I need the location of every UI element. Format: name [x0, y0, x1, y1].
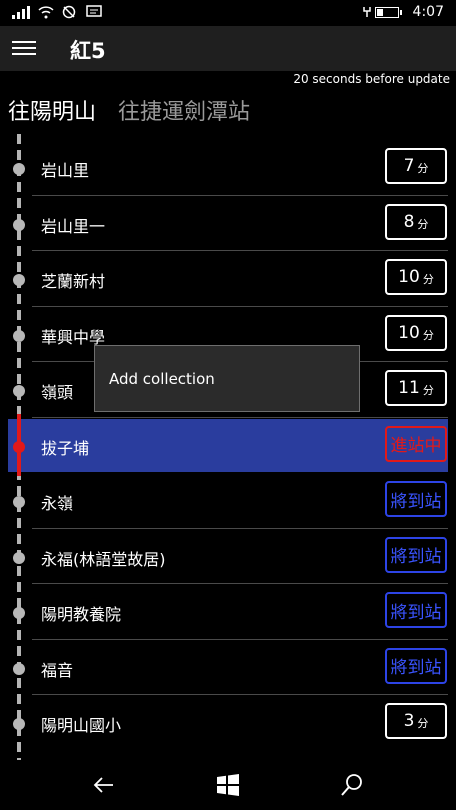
direction-tabs: 往陽明山 往捷運劍潭站	[8, 94, 250, 126]
windows-icon[interactable]	[213, 770, 243, 800]
stop-marker	[13, 551, 25, 564]
eta-minutes: 10	[398, 322, 420, 343]
eta-unit: 分	[417, 217, 429, 231]
hamburger-icon[interactable]	[12, 37, 36, 59]
eta-badge: 將到站	[385, 592, 447, 628]
eta-badge: 將到站	[385, 647, 447, 684]
eta-badge: 11 分	[385, 370, 447, 406]
stop-marker	[13, 662, 25, 675]
stop-name: 陽明教養院	[41, 605, 122, 624]
stop-row[interactable]: 永福(林語堂故居) 將到站	[0, 529, 456, 584]
eta-minutes: 3	[403, 711, 415, 731]
add-collection-menu-item[interactable]: Add collection	[109, 370, 215, 388]
stop-row[interactable]: 福音 將到站	[0, 640, 456, 695]
stop-name: 嶺頭	[41, 383, 74, 402]
wifi-icon	[38, 6, 54, 19]
app-bar: 紅5	[0, 26, 456, 71]
eta-minutes: 11	[398, 378, 420, 398]
stop-marker	[13, 440, 25, 453]
search-icon[interactable]	[337, 770, 367, 800]
stop-row[interactable]: 芝蘭新村 10 分	[0, 251, 456, 307]
stop-name: 岩山里	[41, 161, 90, 180]
eta-badge: 將到站	[385, 481, 447, 517]
tab-to-yangmingshan[interactable]: 往陽明山	[8, 94, 96, 126]
stop-name: 芝蘭新村	[41, 272, 106, 291]
navigation-bar	[0, 760, 456, 810]
context-menu: Add collection	[94, 345, 360, 412]
stop-row[interactable]: 岩山里一 8分	[0, 196, 456, 251]
message-icon	[86, 5, 102, 17]
page-title: 紅5	[70, 39, 106, 63]
status-bar: 4:07	[0, 0, 456, 26]
stop-marker	[13, 718, 25, 730]
eta-unit: 分	[422, 273, 434, 286]
stop-list: 岩山里 7分 岩山里一 8分 芝蘭新村 10 分 華興中學 10 分 嶺頭 11…	[0, 140, 456, 751]
eta-minutes: 10	[398, 267, 420, 287]
stop-marker	[13, 607, 25, 619]
eta-badge: 8分	[385, 203, 447, 240]
stop-name: 永福(林語堂故居)	[41, 549, 166, 569]
stop-row[interactable]: 陽明教養院 將到站	[0, 584, 456, 640]
stop-row[interactable]: 岩山里 7分	[0, 140, 456, 196]
back-arrow-icon[interactable]	[89, 770, 119, 800]
stop-row[interactable]: 永嶺 將到站	[0, 473, 456, 529]
eta-badge: 10 分	[385, 259, 447, 295]
eta-badge: 進站中	[385, 425, 447, 462]
stop-name: 華興中學	[41, 327, 106, 347]
signal-icon	[12, 5, 30, 19]
stop-name: 永嶺	[41, 494, 74, 513]
update-countdown: 20 seconds before update	[293, 72, 450, 86]
tab-to-jiantan[interactable]: 往捷運劍潭站	[118, 94, 250, 126]
eta-unit: 分	[422, 328, 434, 342]
status-time: 4:07	[412, 4, 444, 20]
eta-unit: 分	[417, 717, 429, 730]
stop-name: 拔子埔	[41, 438, 90, 458]
stop-marker	[13, 385, 25, 397]
eta-unit: 分	[417, 162, 429, 175]
battery-icon	[374, 6, 402, 18]
eta-badge: 10 分	[385, 314, 447, 351]
eta-unit: 分	[422, 384, 434, 397]
stop-name: 岩山里一	[41, 216, 106, 236]
stop-marker	[13, 218, 25, 231]
stop-marker	[13, 329, 25, 342]
stop-marker	[13, 496, 25, 508]
stop-marker	[13, 163, 25, 175]
eta-minutes: 7	[403, 156, 415, 176]
charging-icon	[362, 7, 371, 17]
eta-minutes: 8	[403, 211, 415, 232]
quiet-hours-icon	[62, 5, 76, 19]
stop-marker	[13, 274, 25, 286]
stop-name: 福音	[41, 660, 74, 680]
eta-badge: 7分	[385, 148, 447, 184]
eta-badge: 將到站	[385, 536, 447, 573]
stop-row[interactable]: 陽明山國小 3分	[0, 695, 456, 751]
stop-name: 陽明山國小	[41, 716, 122, 735]
stop-row-selected[interactable]: 拔子埔 進站中	[0, 413, 456, 476]
eta-badge: 3分	[385, 703, 447, 739]
